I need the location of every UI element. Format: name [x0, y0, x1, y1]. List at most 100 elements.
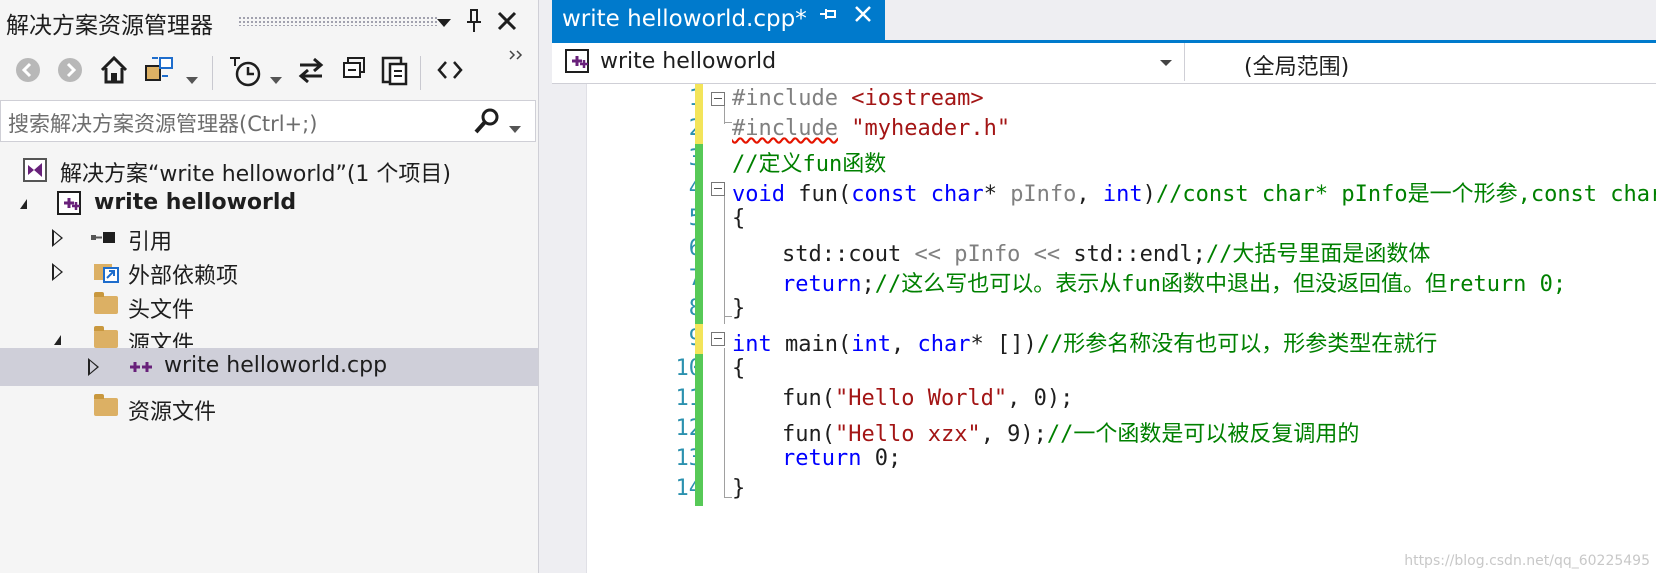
code-line[interactable]: 2 #include "myheader.h" — [552, 114, 1656, 146]
code-text: { — [732, 356, 746, 381]
line-number: 12 — [675, 416, 703, 441]
code-line[interactable]: 8 } — [552, 294, 1656, 326]
tree-item-solution[interactable]: 解决方案“write helloworld”(1 个项目) — [0, 152, 538, 188]
code-text: { — [732, 206, 746, 231]
line-number: 13 — [675, 446, 703, 471]
code-text: #include "myheader.h" — [732, 116, 1011, 141]
dropdown-arrow-icon[interactable] — [186, 68, 198, 90]
copy-icon[interactable] — [380, 54, 410, 91]
code-line[interactable]: 6 std::cout << pInfo << std::endl;//大括号里… — [552, 234, 1656, 267]
search-input[interactable]: 搜索解决方案资源管理器(Ctrl+;) — [8, 108, 317, 138]
code-line[interactable]: 14 } — [552, 474, 1656, 506]
references-icon — [90, 230, 118, 249]
view-code-icon[interactable] — [436, 58, 464, 87]
close-tab-icon[interactable] — [852, 3, 874, 31]
sync-switch-icon[interactable] — [144, 54, 176, 91]
collapse-all-icon[interactable] — [340, 56, 368, 89]
solution-explorer-toolbar — [0, 48, 538, 96]
line-number: 6 — [592, 236, 702, 261]
folder-icon — [94, 292, 118, 314]
pin-tab-icon[interactable] — [818, 6, 838, 31]
window-position-dropdown-icon[interactable] — [436, 12, 452, 34]
code-editor[interactable]: 1 #include <iostream> 2 #include "myhead… — [552, 84, 1656, 573]
navigation-bar: write helloworld (全局范围) — [552, 43, 1656, 84]
tree-item-cpp-file[interactable]: write helloworld.cpp — [0, 348, 538, 386]
change-marker — [695, 234, 703, 266]
change-marker — [695, 84, 703, 116]
line-number: 11 — [675, 386, 703, 411]
solution-explorer-panel: 解决方案资源管理器 搜索解决方案资源管理器(Ctrl+;) 解决方案“write… — [0, 0, 539, 573]
project-dropdown-value: write helloworld — [600, 49, 777, 74]
toolbar-overflow-icon[interactable] — [508, 48, 524, 67]
home-icon[interactable] — [98, 54, 130, 91]
code-text: } — [732, 296, 746, 321]
solution-icon — [22, 157, 50, 187]
scope-dropdown-value: (全局范围) — [1244, 55, 1350, 80]
drag-grip[interactable] — [238, 16, 438, 26]
change-marker — [695, 294, 703, 326]
back-icon[interactable] — [14, 56, 42, 89]
line-number: 7 — [592, 266, 702, 291]
code-line[interactable]: 4 void fun(const char* pInfo, int)//cons… — [552, 174, 1656, 207]
code-line[interactable]: 13 return 0; — [552, 444, 1656, 476]
line-number: 1 — [592, 86, 702, 111]
search-box[interactable]: 搜索解决方案资源管理器(Ctrl+;) — [0, 100, 536, 142]
pending-changes-icon[interactable] — [228, 54, 262, 93]
line-number: 3 — [592, 146, 702, 171]
folder-icon — [94, 394, 118, 416]
cpp-file-icon — [128, 356, 156, 382]
tree-item-references[interactable]: 引用 — [0, 220, 538, 256]
change-marker — [695, 414, 703, 446]
expand-arrow-icon[interactable] — [88, 358, 99, 376]
search-options-dropdown-icon[interactable] — [509, 119, 521, 138]
forward-icon[interactable] — [56, 56, 84, 89]
tree-item-project[interactable]: write helloworld — [0, 186, 538, 222]
tree-item-label: 资源文件 — [128, 400, 217, 425]
line-number: 5 — [592, 206, 702, 231]
tree-item-header-files[interactable]: 头文件 — [0, 288, 538, 324]
code-line[interactable]: 9 int main(int, char* [])//形参名称没有也可以，形参类… — [552, 324, 1656, 357]
tab-write-helloworld-cpp[interactable]: write helloworld.cpp* — [552, 0, 885, 40]
change-marker — [695, 474, 703, 506]
cpp-project-icon — [564, 48, 592, 80]
change-marker — [695, 204, 703, 236]
change-marker — [695, 354, 703, 386]
tree-item-external-dependencies[interactable]: 外部依赖项 — [0, 254, 538, 290]
code-line[interactable]: 10 { — [552, 354, 1656, 386]
code-line[interactable]: 1 #include <iostream> — [552, 84, 1656, 116]
code-line[interactable]: 7 return;//这么写也可以。表示从fun函数中退出，但没返回值。但ret… — [552, 264, 1656, 297]
scope-dropdown[interactable]: (全局范围) — [1200, 43, 1656, 81]
pin-icon[interactable] — [466, 8, 482, 39]
sync-icon[interactable] — [296, 56, 326, 89]
line-number: 8 — [592, 296, 702, 321]
code-line[interactable]: 11 fun("Hello World", 0); — [552, 384, 1656, 416]
change-marker — [695, 144, 703, 176]
change-marker — [695, 174, 703, 206]
close-icon[interactable] — [496, 10, 518, 37]
project-dropdown[interactable]: write helloworld — [556, 43, 1185, 81]
tree-item-resource-files[interactable]: 资源文件 — [0, 390, 538, 426]
folder-open-icon — [94, 326, 118, 348]
code-line[interactable]: 3 //定义fun函数 — [552, 144, 1656, 177]
change-marker — [695, 444, 703, 476]
chevron-down-icon[interactable] — [1160, 60, 1172, 66]
tree-item-label: write helloworld — [94, 190, 297, 215]
expand-arrow-icon[interactable] — [52, 229, 63, 247]
code-line[interactable]: 12 fun("Hello xzx", 9);//一个函数是可以被反复调用的 — [552, 414, 1656, 447]
fold-toggle-icon[interactable] — [711, 332, 725, 346]
fold-toggle-icon[interactable] — [711, 182, 725, 196]
collapse-arrow-icon[interactable] — [54, 335, 61, 345]
panel-title: 解决方案资源管理器 — [6, 13, 213, 39]
line-number: 14 — [675, 476, 703, 501]
change-marker — [695, 264, 703, 296]
expand-arrow-icon[interactable] — [52, 263, 63, 281]
search-icon[interactable] — [473, 107, 501, 139]
code-text: return 0; — [782, 446, 902, 471]
fold-toggle-icon[interactable] — [711, 92, 725, 106]
tab-label: write helloworld.cpp* — [562, 6, 807, 32]
collapse-arrow-icon[interactable] — [20, 199, 27, 209]
code-line[interactable]: 5 { — [552, 204, 1656, 236]
code-text: #include <iostream> — [732, 86, 984, 111]
dropdown-arrow-icon[interactable] — [270, 68, 282, 90]
line-number: 2 — [592, 116, 702, 141]
